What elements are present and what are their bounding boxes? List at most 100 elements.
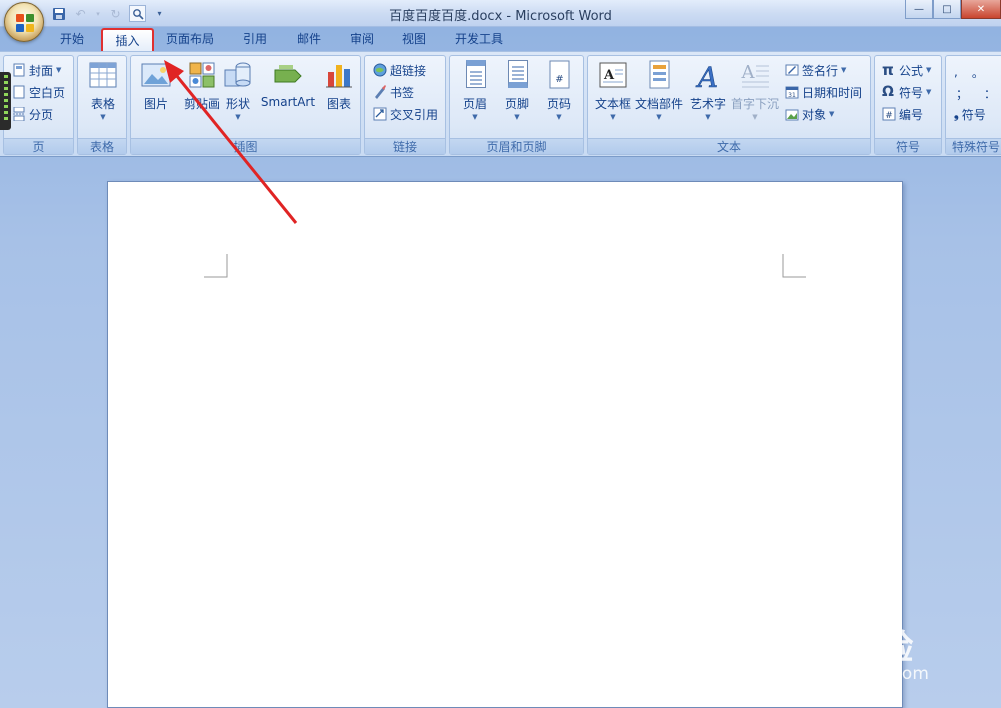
hyperlink-label: 超链接 — [390, 63, 427, 78]
hyperlink-button[interactable]: 超链接 — [373, 60, 426, 80]
textbox-button[interactable]: A 文本框 ▼ — [588, 60, 638, 121]
page-break-button[interactable]: 分页 — [12, 104, 53, 124]
wordart-label: 艺术字 — [689, 97, 726, 111]
footer-icon — [502, 60, 532, 90]
cover-page-icon — [12, 63, 26, 77]
chevron-down-icon: ▼ — [841, 66, 847, 74]
group-text-label: 文本 — [588, 138, 870, 154]
chevron-down-icon: ▼ — [752, 113, 758, 121]
picture-icon — [141, 60, 171, 90]
drop-cap-button[interactable]: A 首字下沉 ▼ — [728, 60, 782, 121]
calendar-icon: 31 — [785, 85, 799, 99]
cover-page-button[interactable]: 封面 ▼ — [12, 60, 61, 80]
object-button[interactable]: 对象 ▼ — [785, 104, 834, 124]
svg-text:A: A — [741, 62, 756, 83]
chevron-down-icon: ▼ — [926, 66, 932, 74]
group-tables-label: 表格 — [78, 138, 126, 154]
chevron-down-icon: ▼ — [656, 113, 662, 121]
shapes-label: 形状 — [225, 97, 250, 111]
close-button[interactable]: ✕ — [961, 0, 1001, 19]
number-button[interactable]: # 编号 — [882, 104, 923, 124]
chevron-down-icon: ▼ — [829, 110, 835, 118]
cross-reference-button[interactable]: 交叉引用 — [373, 104, 438, 124]
group-symbols-label: 符号 — [875, 138, 941, 154]
title-bar: ↶ ▾ ↻ ▾ 百度百度百度.docx - Microsoft Word — □… — [0, 0, 1001, 27]
minimize-button[interactable]: — — [905, 0, 933, 19]
svg-text:#: # — [885, 111, 893, 121]
page-number-icon: # — [544, 60, 574, 90]
page-number-button[interactable]: # 页码 ▼ — [534, 60, 584, 121]
table-button[interactable]: 表格 ▼ — [78, 60, 128, 121]
tab-developer[interactable]: 开发工具 — [448, 28, 510, 51]
header-icon — [460, 60, 490, 90]
side-handle[interactable] — [0, 72, 11, 130]
bookmark-button[interactable]: 书签 — [373, 82, 414, 102]
group-pages: 封面 ▼ 空白页 分页 页 — [3, 55, 74, 155]
signature-line-button[interactable]: 签名行 ▼ — [785, 60, 846, 80]
tab-view[interactable]: 视图 — [395, 28, 433, 51]
window-controls: — □ ✕ — [905, 0, 1001, 19]
svg-text:A: A — [603, 68, 615, 83]
smartart-label: SmartArt — [260, 95, 316, 109]
equation-button[interactable]: π 公式 ▼ — [882, 60, 931, 80]
special-char-period[interactable]: 。 — [972, 64, 984, 81]
special-chars-row-1: , 。 — [954, 62, 984, 82]
shapes-button[interactable]: 形状 ▼ — [213, 60, 263, 121]
chart-button[interactable]: 图表 — [314, 60, 364, 112]
margin-corner-top-right — [782, 254, 806, 278]
signature-line-label: 签名行 — [802, 63, 839, 78]
special-symbol-label: 符号 — [961, 107, 986, 122]
group-header-footer-label: 页眉和页脚 — [450, 138, 583, 154]
restore-button[interactable]: □ — [933, 0, 961, 19]
tab-references[interactable]: 引用 — [236, 28, 274, 51]
date-time-button[interactable]: 31 日期和时间 — [785, 82, 862, 102]
picture-button[interactable]: 图片 — [131, 60, 181, 112]
tab-insert[interactable]: 插入 — [101, 28, 154, 51]
symbol-button[interactable]: Ω 符号 ▼ — [882, 82, 931, 102]
symbol-label: 符号 — [899, 85, 924, 100]
special-symbol-marker-icon: ❟ — [954, 106, 959, 121]
chevron-down-icon: ▼ — [100, 113, 106, 121]
ribbon-tabs: 开始 插入 页面布局 引用 邮件 审阅 视图 开发工具 — [0, 27, 1001, 51]
shapes-icon — [223, 60, 253, 90]
special-chars-row-2: ； ： — [956, 83, 996, 103]
blank-page-icon — [12, 85, 26, 99]
special-symbol-button[interactable]: ❟ 符号 — [954, 104, 986, 124]
special-char-colon[interactable]: ： — [984, 85, 996, 102]
baidu-watermark: Bai 经验 jingyan.baidu.com — [768, 600, 998, 690]
cover-page-label: 封面 — [29, 63, 54, 78]
svg-text:#: # — [555, 74, 563, 85]
watermark-url: jingyan.baidu.com — [772, 664, 929, 684]
page-break-label: 分页 — [29, 107, 54, 122]
chevron-down-icon: ▼ — [610, 113, 616, 121]
picture-label: 图片 — [143, 97, 168, 111]
margin-corner-top-left — [204, 254, 228, 278]
tab-page-layout[interactable]: 页面布局 — [161, 28, 219, 51]
smartart-button[interactable]: SmartArt — [259, 60, 317, 109]
pi-icon: π — [882, 61, 894, 79]
tab-mailings[interactable]: 邮件 — [290, 28, 328, 51]
watermark-brand: Bai 经验 — [768, 628, 915, 668]
wordart-icon: A — [693, 60, 723, 95]
office-button[interactable] — [4, 2, 44, 42]
special-char-comma[interactable]: , — [954, 65, 958, 79]
object-label: 对象 — [802, 107, 827, 122]
date-time-label: 日期和时间 — [802, 85, 863, 100]
cross-reference-icon — [373, 107, 387, 121]
wordart-button[interactable]: A 艺术字 ▼ — [683, 60, 733, 121]
header-label: 页眉 — [462, 97, 487, 111]
tab-review[interactable]: 审阅 — [343, 28, 381, 51]
textbox-label: 文本框 — [594, 97, 631, 111]
blank-page-button[interactable]: 空白页 — [12, 82, 65, 102]
footer-label: 页脚 — [504, 97, 529, 111]
group-tables: 表格 ▼ 表格 — [77, 55, 127, 155]
group-illustrations-label: 插图 — [131, 138, 360, 154]
textbox-icon: A — [598, 60, 628, 90]
drop-cap-icon: A — [740, 60, 770, 90]
quick-parts-button[interactable]: 文档部件 ▼ — [634, 60, 684, 121]
tab-home[interactable]: 开始 — [55, 28, 89, 51]
number-sign-icon: # — [882, 107, 896, 121]
group-links-label: 链接 — [365, 138, 445, 154]
ribbon: 封面 ▼ 空白页 分页 页 表格 ▼ 表格 图片 剪贴画 形状 ▼ SmartA… — [0, 51, 1001, 157]
special-char-semicolon[interactable]: ； — [956, 85, 968, 102]
